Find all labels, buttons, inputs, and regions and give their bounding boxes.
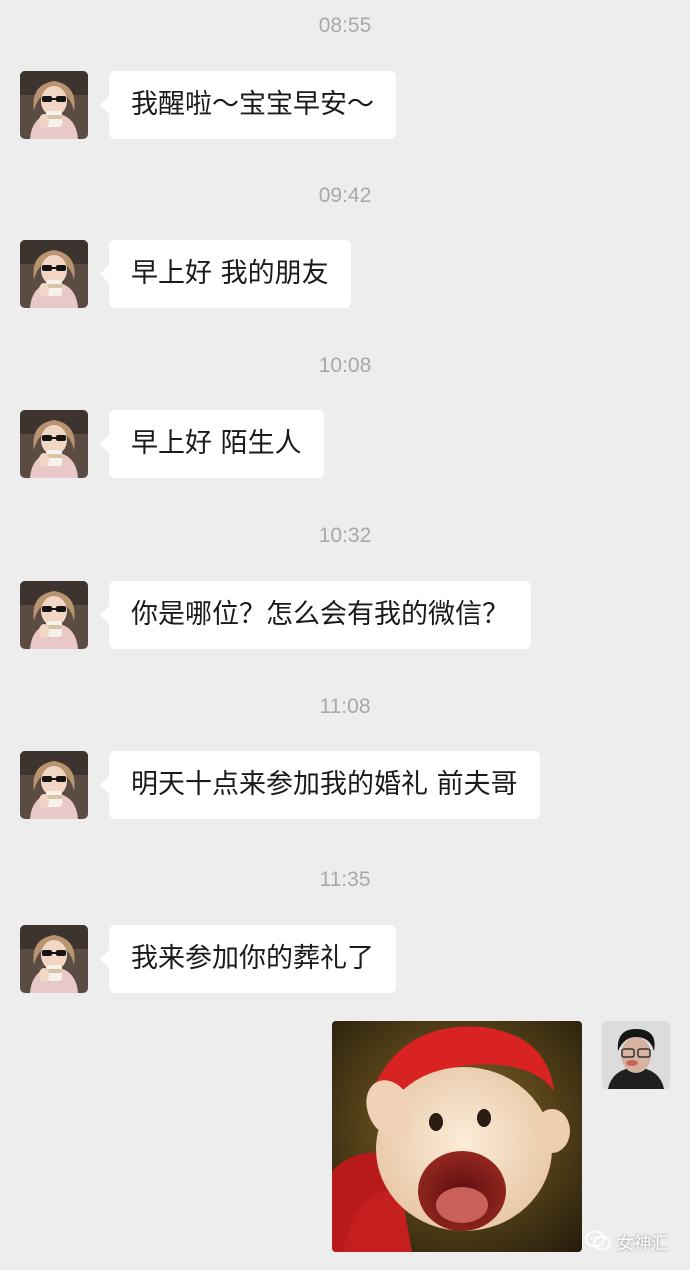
chat-area: 08:55 我醒啦～宝宝早安～ 09:42 早上好 我的朋友 10:08 早上好… bbox=[0, 0, 690, 1270]
my-avatar[interactable] bbox=[602, 1021, 670, 1089]
message-bubble[interactable]: 早上好 陌生人 bbox=[100, 410, 324, 478]
message-bubble[interactable]: 我醒啦～宝宝早安～ bbox=[100, 71, 396, 139]
contact-avatar[interactable] bbox=[20, 410, 88, 478]
timestamp: 11:08 bbox=[319, 695, 371, 718]
screaming-pig-sticker-icon bbox=[332, 1021, 582, 1252]
contact-avatar[interactable] bbox=[20, 581, 88, 649]
timestamp: 10:08 bbox=[318, 354, 372, 377]
woman-avatar-icon bbox=[20, 581, 88, 649]
message-bubble[interactable]: 我来参加你的葬礼了 bbox=[100, 925, 396, 993]
contact-avatar[interactable] bbox=[20, 71, 88, 139]
watermark-text: 女神汇 bbox=[617, 1233, 668, 1254]
woman-avatar-icon bbox=[20, 410, 88, 478]
man-avatar-icon bbox=[602, 1021, 670, 1089]
timestamp: 10:32 bbox=[318, 524, 372, 547]
woman-avatar-icon bbox=[20, 71, 88, 139]
woman-avatar-icon bbox=[20, 751, 88, 819]
timestamp: 08:55 bbox=[318, 14, 372, 37]
contact-avatar[interactable] bbox=[20, 240, 88, 308]
message-bubble[interactable]: 早上好 我的朋友 bbox=[100, 240, 351, 308]
contact-avatar[interactable] bbox=[20, 925, 88, 993]
woman-avatar-icon bbox=[20, 240, 88, 308]
wechat-official-account-icon bbox=[585, 1230, 611, 1251]
sticker-message[interactable] bbox=[332, 1021, 582, 1252]
timestamp: 11:35 bbox=[319, 868, 371, 891]
woman-avatar-icon bbox=[20, 925, 88, 993]
watermark: 女神汇 bbox=[585, 1228, 668, 1254]
timestamp: 09:42 bbox=[318, 184, 372, 207]
message-bubble[interactable]: 你是哪位？怎么会有我的微信？ bbox=[100, 581, 531, 649]
contact-avatar[interactable] bbox=[20, 751, 88, 819]
message-bubble[interactable]: 明天十点来参加我的婚礼 前夫哥 bbox=[100, 751, 540, 819]
